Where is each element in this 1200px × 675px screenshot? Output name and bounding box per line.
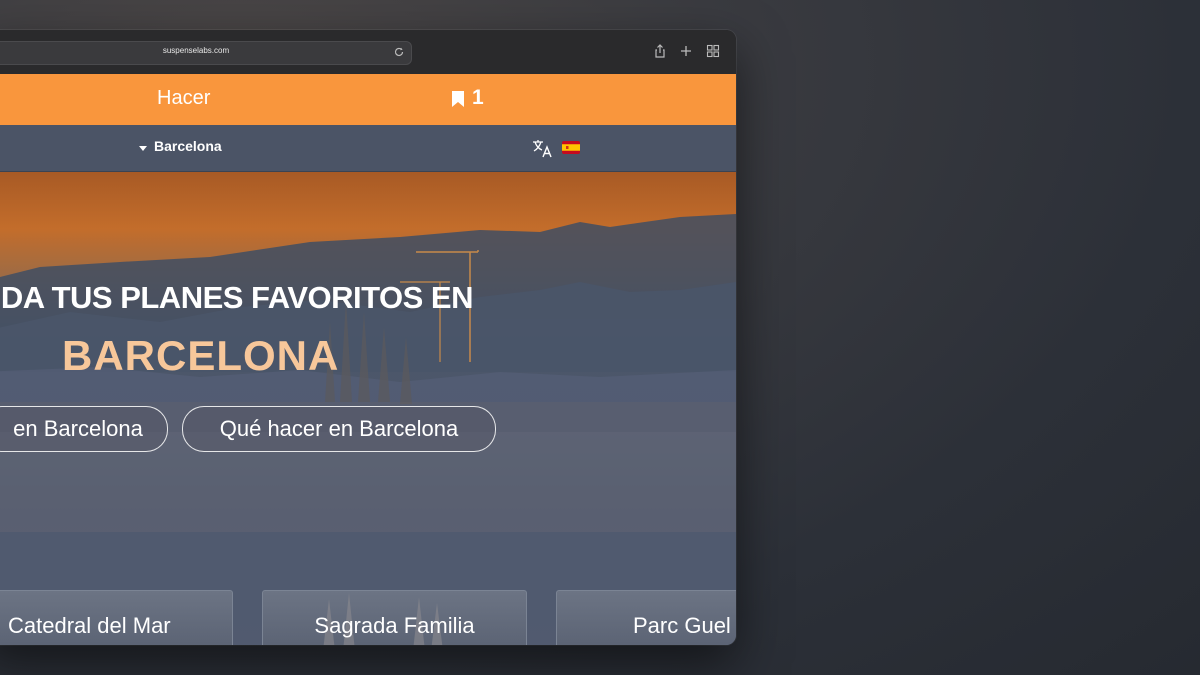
que-hacer-button[interactable]: Qué hacer en Barcelona: [182, 406, 496, 452]
card-parc-guell[interactable]: Parc Guel: [556, 590, 736, 645]
bookmark-icon[interactable]: [451, 90, 465, 108]
url-text: suspenselabs.com: [162, 46, 230, 55]
top-nav-bar: Hacer 1: [0, 74, 736, 125]
que-hacer-label: Qué hacer en Barcelona: [219, 416, 459, 441]
nav-hacer-link[interactable]: Hacer: [157, 87, 210, 110]
en-barcelona-button[interactable]: en Barcelona: [0, 406, 168, 452]
plus-icon[interactable]: [679, 44, 693, 58]
tabs-grid-icon[interactable]: [706, 44, 720, 58]
hero-title: DA TUS PLANES FAVORITOS EN: [0, 280, 474, 315]
share-icon[interactable]: [653, 44, 667, 58]
address-bar[interactable]: suspenselabs.com: [0, 41, 412, 65]
card-catedral-del-mar[interactable]: Catedral del Mar: [0, 590, 233, 645]
spain-flag-icon[interactable]: [562, 141, 580, 154]
browser-toolbar: suspenselabs.com: [0, 30, 736, 75]
city-selector-bar: Barcelona: [0, 125, 736, 172]
bookmark-count: 1: [472, 86, 484, 109]
hero-section: DA TUS PLANES FAVORITOS EN BARCELONA en …: [0, 172, 736, 645]
browser-window: suspenselabs.com Hacer 1 Barcelona DA TU…: [0, 30, 736, 645]
card-sagrada-familia[interactable]: Sagrada Familia: [262, 590, 527, 645]
en-barcelona-label: en Barcelona: [13, 416, 143, 441]
translate-icon[interactable]: [532, 138, 554, 158]
hero-city: BARCELONA: [62, 332, 340, 379]
card-label: Catedral del Mar: [8, 613, 171, 638]
caret-down-icon[interactable]: [139, 146, 147, 151]
reload-icon[interactable]: [393, 46, 405, 58]
card-label: Parc Guel: [633, 613, 731, 638]
card-label: Sagrada Familia: [314, 613, 475, 638]
city-dropdown[interactable]: Barcelona: [154, 138, 222, 154]
